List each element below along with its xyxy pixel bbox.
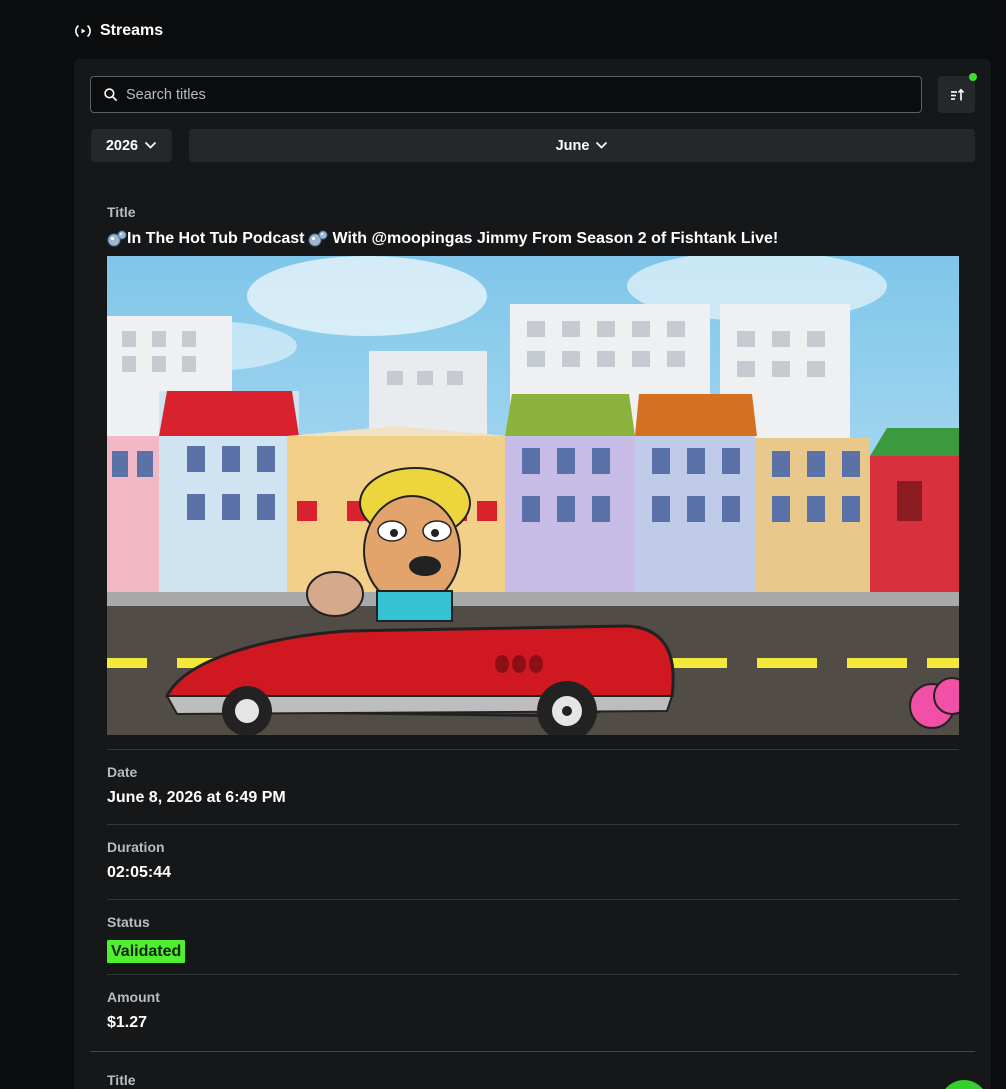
stream-title-text: In The Hot Tub Podcast: [127, 230, 305, 247]
divider: [107, 824, 959, 825]
duration-label: Duration: [107, 839, 165, 855]
stream-title-rest: With @moopingas Jimmy From Season 2 of F…: [332, 230, 779, 247]
stream-thumbnail[interactable]: [107, 256, 959, 735]
bubbles-icon: [107, 230, 127, 247]
stream-title: In The Hot Tub Podcast With @moopingas J…: [107, 230, 778, 248]
section-title: Streams: [100, 22, 164, 39]
search-input[interactable]: [126, 86, 886, 103]
date-label: Date: [107, 764, 138, 780]
status-badge: Validated: [107, 940, 186, 963]
divider: [107, 749, 959, 750]
date-value: June 8, 2026 at 6:49 PM: [107, 789, 286, 806]
amount-label: Amount: [107, 989, 160, 1005]
search-icon: [104, 88, 117, 101]
bubbles-icon: [308, 230, 328, 247]
title-label: Title: [107, 204, 136, 220]
live-broadcast-icon: [75, 25, 91, 37]
chevron-down-icon: [145, 141, 157, 149]
title-label: Title: [107, 1072, 136, 1088]
chevron-down-icon: [596, 141, 608, 149]
divider: [107, 974, 959, 975]
sort-button[interactable]: [938, 76, 975, 113]
card-separator: [90, 1051, 975, 1052]
search-box[interactable]: [90, 76, 922, 113]
sort-active-indicator: [969, 73, 977, 81]
sort-icon: [950, 88, 964, 100]
month-select-value: June: [555, 137, 590, 154]
streams-panel: 2026 June Title In The Hot Tub Podcast: [74, 59, 991, 1089]
section-header: Streams: [74, 20, 163, 42]
duration-value: 02:05:44: [107, 864, 172, 881]
divider: [107, 899, 959, 900]
amount-value: $1.27: [107, 1014, 148, 1031]
month-select[interactable]: June: [189, 129, 975, 162]
year-select[interactable]: 2026: [91, 129, 172, 162]
status-label: Status: [107, 914, 150, 930]
year-select-value: 2026: [105, 137, 139, 154]
streams-page: Streams 2026 Jun: [0, 0, 1006, 1089]
